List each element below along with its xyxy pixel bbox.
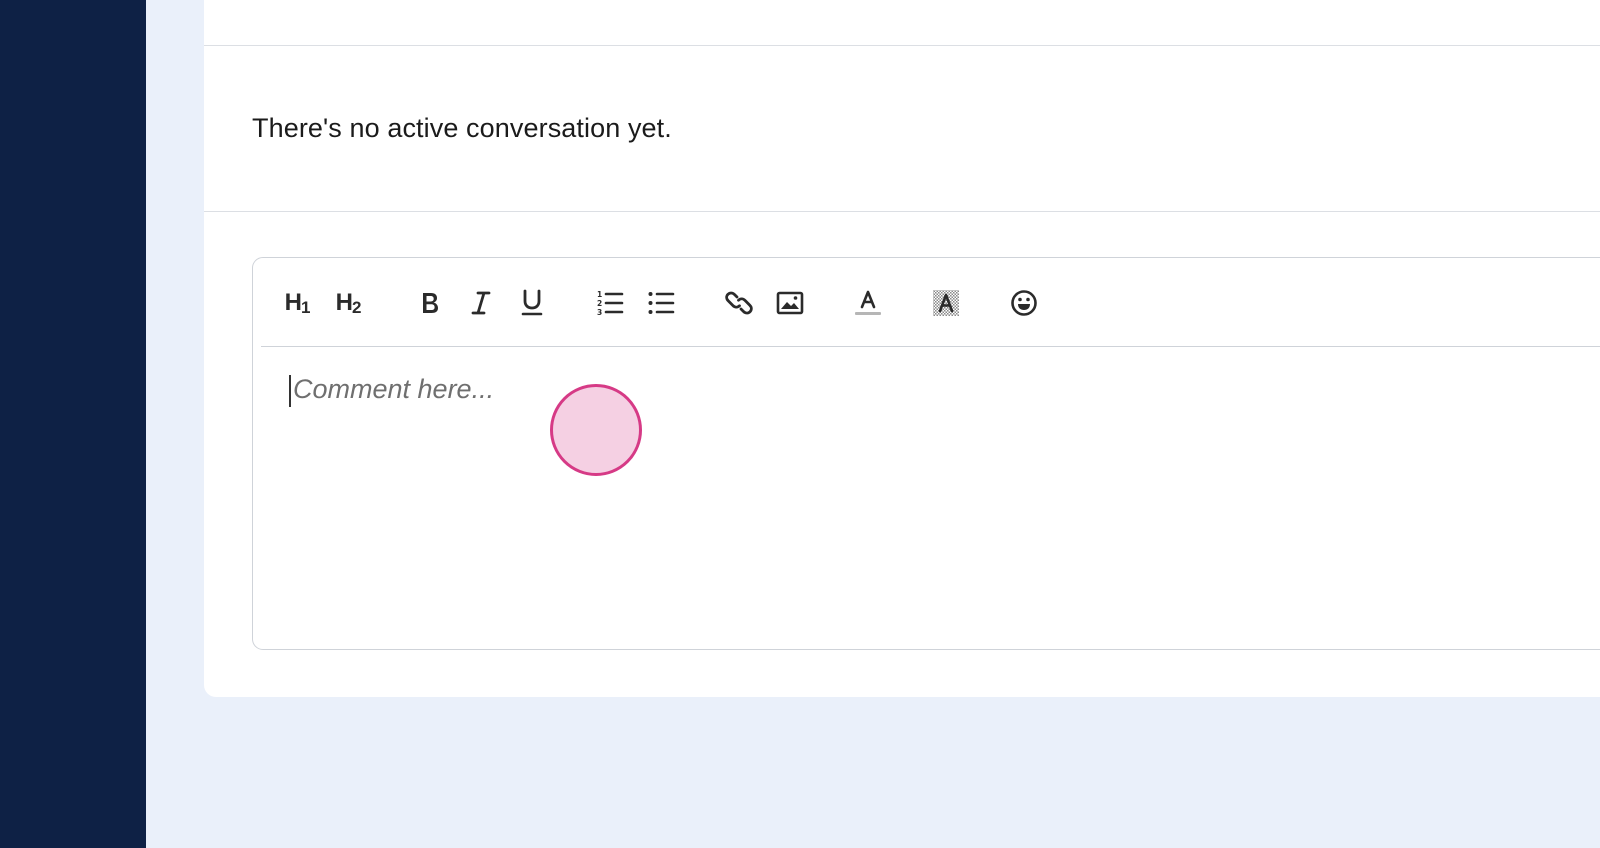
highlight-color-icon bbox=[933, 290, 959, 316]
editor-toolbar: H1 H2 1 2 3 bbox=[261, 258, 1600, 347]
svg-text:3: 3 bbox=[597, 308, 602, 317]
text-color-button[interactable] bbox=[850, 285, 886, 321]
comment-input[interactable]: Comment here... bbox=[289, 371, 1589, 611]
conversation-card: There's no active conversation yet. H1 H… bbox=[204, 0, 1600, 697]
sidebar bbox=[0, 0, 146, 848]
bullet-list-icon bbox=[648, 292, 675, 314]
ordered-list-icon: 1 2 3 bbox=[597, 290, 624, 317]
heading-2-icon: H2 bbox=[335, 288, 362, 317]
text-color-icon bbox=[855, 290, 881, 315]
underline-button[interactable] bbox=[514, 285, 550, 321]
ordered-list-button[interactable]: 1 2 3 bbox=[592, 285, 628, 321]
top-divider bbox=[204, 45, 1600, 46]
comment-editor: H1 H2 1 2 3 Comment here... bbox=[252, 257, 1600, 650]
underline-icon bbox=[521, 289, 543, 316]
link-icon bbox=[725, 291, 753, 315]
image-button[interactable] bbox=[772, 285, 808, 321]
empty-conversation-message: There's no active conversation yet. bbox=[252, 113, 672, 143]
heading-2-button[interactable]: H2 bbox=[330, 285, 366, 321]
emoji-button[interactable] bbox=[1006, 285, 1042, 321]
heading-1-button[interactable]: H1 bbox=[279, 285, 315, 321]
image-icon bbox=[776, 291, 804, 315]
comment-placeholder: Comment here... bbox=[293, 374, 495, 404]
italic-icon bbox=[471, 291, 491, 315]
bold-icon bbox=[423, 293, 438, 313]
italic-button[interactable] bbox=[463, 285, 499, 321]
bullet-list-button[interactable] bbox=[643, 285, 679, 321]
svg-text:2: 2 bbox=[597, 299, 602, 308]
highlight-color-button[interactable] bbox=[928, 285, 964, 321]
bold-button[interactable] bbox=[412, 285, 448, 321]
text-caret bbox=[289, 375, 291, 407]
heading-1-icon: H1 bbox=[284, 288, 311, 317]
emoji-icon bbox=[1011, 290, 1037, 316]
section-divider bbox=[204, 211, 1600, 212]
svg-text:1: 1 bbox=[597, 290, 602, 299]
link-button[interactable] bbox=[721, 285, 757, 321]
